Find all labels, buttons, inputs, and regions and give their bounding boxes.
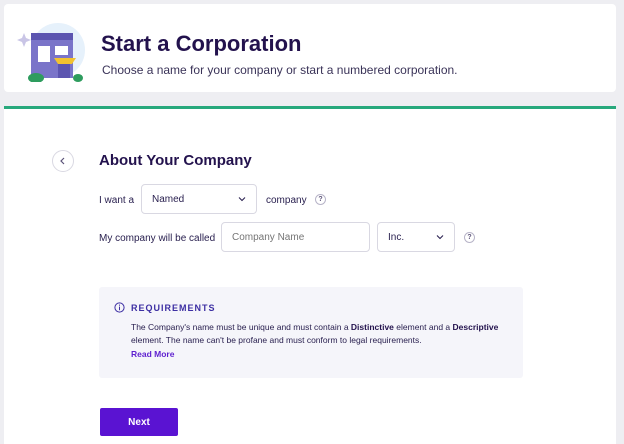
help-icon[interactable]: ? <box>315 194 326 205</box>
info-icon <box>114 302 125 313</box>
page-header: Start a Corporation Choose a name for yo… <box>4 4 616 92</box>
back-button[interactable] <box>52 150 74 172</box>
section-title: About Your Company <box>99 152 252 169</box>
requirements-text: The Company's name must be unique and mu… <box>131 321 511 347</box>
requirements-title: REQUIREMENTS <box>131 303 216 313</box>
page-title: Start a Corporation <box>101 31 302 56</box>
requirements-panel: REQUIREMENTS The Company's name must be … <box>99 287 523 378</box>
form-card: About Your Company I want a Named compan… <box>4 106 616 444</box>
company-type-suffix: company <box>266 195 307 206</box>
company-name-field[interactable] <box>221 222 370 252</box>
next-button[interactable]: Next <box>100 408 178 436</box>
company-name-input[interactable] <box>222 231 369 243</box>
company-suffix-select[interactable]: Inc. <box>377 222 455 252</box>
page-subtitle: Choose a name for your company or start … <box>102 63 458 77</box>
company-type-prefix: I want a <box>99 195 135 206</box>
read-more-link[interactable]: Read More <box>131 349 174 359</box>
requirements-descriptive: Descriptive <box>452 322 499 332</box>
help-icon[interactable]: ? <box>464 232 475 243</box>
chevron-left-icon <box>60 157 65 165</box>
requirements-text-part: The Company's name must be unique and mu… <box>131 322 351 332</box>
requirements-text-part: element. The name can't be profane and m… <box>131 335 422 345</box>
requirements-text-part: element and a <box>393 322 453 332</box>
chevron-down-icon <box>436 235 444 240</box>
company-name-label: My company will be called <box>99 233 216 244</box>
chevron-down-icon <box>238 197 246 202</box>
company-type-select[interactable]: Named <box>141 184 257 214</box>
storefront-illustration <box>17 23 85 82</box>
requirements-distinctive: Distinctive <box>350 322 394 332</box>
